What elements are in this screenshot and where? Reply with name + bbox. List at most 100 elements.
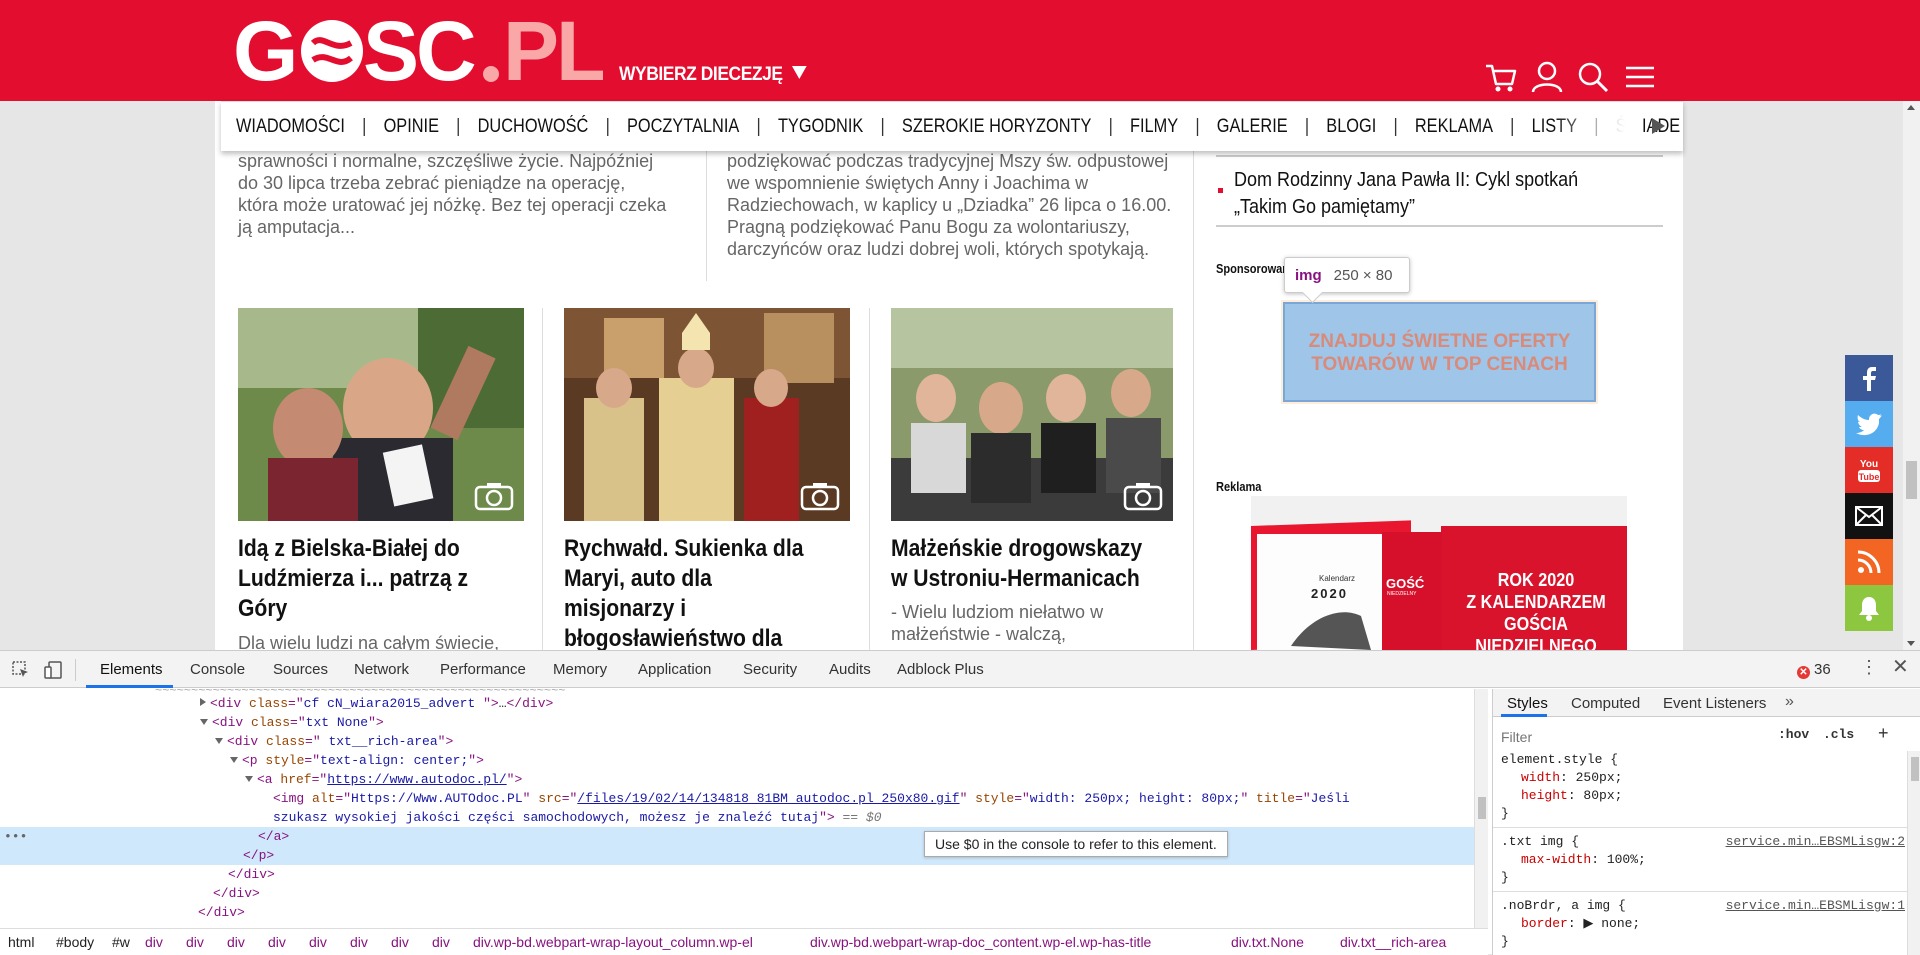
breadcrumb-item[interactable]: html — [8, 934, 34, 950]
nav-item-0[interactable]: WIADOMOŚCI — [236, 116, 345, 138]
article-title-3[interactable]: Małżeńskie drogowskazy w Ustroniu-Herman… — [891, 534, 1155, 594]
rule-selector[interactable]: .noBrdr, a img { — [1501, 897, 1626, 915]
svg-text:Tube: Tube — [1859, 472, 1880, 482]
breadcrumb-item[interactable]: div — [350, 934, 368, 950]
styles-scrollbar-thumb[interactable] — [1911, 757, 1919, 781]
user-icon[interactable] — [1530, 60, 1564, 94]
more-options-icon[interactable]: ⋮ — [1860, 658, 1878, 676]
devtools-tab-8[interactable]: Audits — [829, 661, 871, 678]
nav-item-5[interactable]: SZEROKIE HORYZONTY — [902, 116, 1091, 138]
device-toolbar-icon[interactable] — [44, 661, 62, 679]
devtools-panel: Elements Console Sources Network Performance… — [0, 650, 1920, 955]
elements-tree[interactable]: ~~~~~~~~~~~~~~~~~~~~~~~~~~~~~~~~~~~~~~~~… — [0, 689, 1474, 928]
gosc-logo[interactable]: G SC PL — [233, 8, 603, 90]
article-photo-couples[interactable] — [891, 308, 1173, 521]
devtools-tab-4[interactable]: Performance — [440, 661, 526, 678]
rule-decl[interactable]: max-width: 100%; — [1521, 851, 1646, 869]
tree-node-txt[interactable]: <div class="txt None"> — [200, 713, 384, 732]
breadcrumb-item[interactable]: #w — [112, 934, 130, 950]
page-scrollbar[interactable] — [1903, 101, 1920, 650]
tab-computed[interactable]: Computed — [1571, 695, 1640, 712]
search-icon[interactable] — [1576, 60, 1610, 94]
diocese-selector[interactable]: WYBIERZ DIECEZJĘ — [619, 64, 807, 86]
hover-state-toggle[interactable]: :hov — [1778, 727, 1809, 742]
nav-item-1[interactable]: OPINIE — [384, 116, 439, 138]
article-photo-hikers[interactable] — [238, 308, 524, 521]
rule-decl[interactable]: height: 80px; — [1521, 787, 1622, 805]
tree-node-img[interactable]: <img alt="Https://Www.AUTOdoc.PL" src="/… — [273, 789, 1350, 808]
menu-icon[interactable] — [1623, 60, 1657, 94]
autodoc-ad-banner[interactable]: ZNAJDUJ ŚWIETNE OFERTY TOWARÓW W TOP CEN… — [1281, 300, 1598, 404]
node-href-value[interactable]: https://www.autodoc.pl/ — [327, 772, 506, 787]
rule-decl[interactable]: width: 250px; — [1521, 769, 1622, 787]
rule-selector[interactable]: .txt img { — [1501, 833, 1579, 851]
devtools-tab-2[interactable]: Sources — [273, 661, 328, 678]
nav-item-8[interactable]: BLOGI — [1326, 116, 1376, 138]
nav-item-6[interactable]: FILMY — [1130, 116, 1178, 138]
devtools-tab-7[interactable]: Security — [743, 661, 797, 678]
scroll-down-icon[interactable] — [1907, 641, 1915, 646]
notifications-button[interactable] — [1845, 585, 1893, 631]
breadcrumb-item[interactable]: div — [268, 934, 286, 950]
breadcrumb-item[interactable]: div.wp-bd.webpart-wrap-layout_column.wp-… — [473, 934, 753, 950]
breadcrumb-item[interactable]: div — [227, 934, 245, 950]
class-toggle[interactable]: .cls — [1823, 727, 1854, 742]
youtube-button[interactable]: You Tube — [1845, 447, 1893, 493]
tree-node-advert[interactable]: <div class="cf cN_wiara2015_advert ">…</… — [200, 694, 553, 713]
tree-node-p[interactable]: <p style="text-align: center;"> — [230, 751, 484, 770]
elements-scrollbar[interactable] — [1474, 689, 1488, 928]
more-tabs-icon[interactable]: » — [1785, 693, 1794, 711]
rule-source-link[interactable]: service.min…EBSMLisgw:2 — [1726, 833, 1905, 851]
elements-scrollbar-thumb[interactable] — [1478, 797, 1486, 819]
devtools-tab-3[interactable]: Network — [354, 661, 409, 678]
devtools-tab-5[interactable]: Memory — [553, 661, 607, 678]
img-src-value[interactable]: /files/19/02/14/134818_81BM_autodoc.pl_2… — [577, 791, 959, 806]
nav-item-2[interactable]: DUCHOWOŚĆ — [478, 116, 589, 138]
nav-item-7[interactable]: GALERIE — [1217, 116, 1288, 138]
img-title-value: Jeśli — [1310, 791, 1350, 806]
twitter-button[interactable] — [1845, 401, 1893, 447]
inspect-element-icon[interactable] — [12, 661, 30, 679]
scroll-up-icon[interactable] — [1907, 105, 1915, 110]
rule-decl[interactable]: border: ▶ none; — [1521, 915, 1640, 933]
breadcrumb-item[interactable]: div — [309, 934, 327, 950]
devtools-tab-9[interactable]: Adblock Plus — [897, 661, 984, 678]
cart-icon[interactable] — [1484, 60, 1518, 94]
tree-node-a[interactable]: <a href="https://www.autodoc.pl/"> — [245, 770, 522, 789]
article-photo-mass[interactable] — [564, 308, 850, 521]
breadcrumb-item[interactable]: div — [186, 934, 204, 950]
calendar-ad[interactable]: Kalendarz 2020 GOŚĆ NIEDZIELNY ROK 2020 … — [1251, 496, 1627, 650]
devtools-tab-6[interactable]: Application — [638, 661, 711, 678]
styles-scrollbar[interactable] — [1907, 751, 1920, 955]
breadcrumb-item[interactable]: div — [432, 934, 450, 950]
breadcrumb-item[interactable]: div.txt__rich-area — [1340, 934, 1446, 950]
breadcrumb-item[interactable]: #body — [56, 934, 94, 950]
breadcrumb-item[interactable]: div.txt.None — [1231, 934, 1304, 950]
nav-item-4[interactable]: TYGODNIK — [778, 116, 863, 138]
tab-event-listeners[interactable]: Event Listeners — [1663, 695, 1766, 712]
breadcrumb-item[interactable]: div — [145, 934, 163, 950]
nav-scroll-right-icon[interactable] — [1652, 118, 1665, 134]
rule-selector[interactable]: element.style { — [1501, 751, 1618, 769]
styles-filter-input[interactable] — [1501, 725, 1756, 747]
new-rule-icon[interactable]: + — [1878, 723, 1889, 744]
close-icon[interactable]: ✕ — [1892, 657, 1909, 677]
facebook-button[interactable] — [1845, 355, 1893, 401]
page-scrollbar-thumb[interactable] — [1906, 461, 1917, 499]
article-title-1[interactable]: Idą z Bielska-Białej do Ludźmierza i... … — [238, 534, 502, 624]
devtools-tab-0[interactable]: Elements — [100, 661, 163, 678]
nav-item-3[interactable]: POCZYTALNIA — [627, 116, 739, 138]
rule-source-link[interactable]: service.min…EBSMLisgw:1 — [1726, 897, 1905, 915]
mail-button[interactable] — [1845, 493, 1893, 539]
devtools-tab-1[interactable]: Console — [190, 661, 245, 678]
breadcrumb-item[interactable]: div — [391, 934, 409, 950]
tree-node-rich-area[interactable]: <div class=" txt__rich-area"> — [215, 732, 453, 751]
rss-button[interactable] — [1845, 539, 1893, 585]
tab-styles[interactable]: Styles — [1507, 695, 1548, 712]
error-counter[interactable]: ✕ 36 — [1797, 661, 1831, 679]
sidebar-link[interactable]: Dom Rodzinny Jana Pawła II: Cykl spotkań… — [1234, 167, 1612, 221]
node-actions-icon[interactable]: ••• — [4, 829, 27, 844]
article-title-2[interactable]: Rychwałd. Sukienka dla Maryi, auto dla m… — [564, 534, 819, 650]
nav-item-9[interactable]: REKLAMA — [1415, 116, 1493, 138]
breadcrumb-item[interactable]: div.wp-bd.webpart-wrap-doc_content.wp-el… — [810, 934, 1151, 950]
